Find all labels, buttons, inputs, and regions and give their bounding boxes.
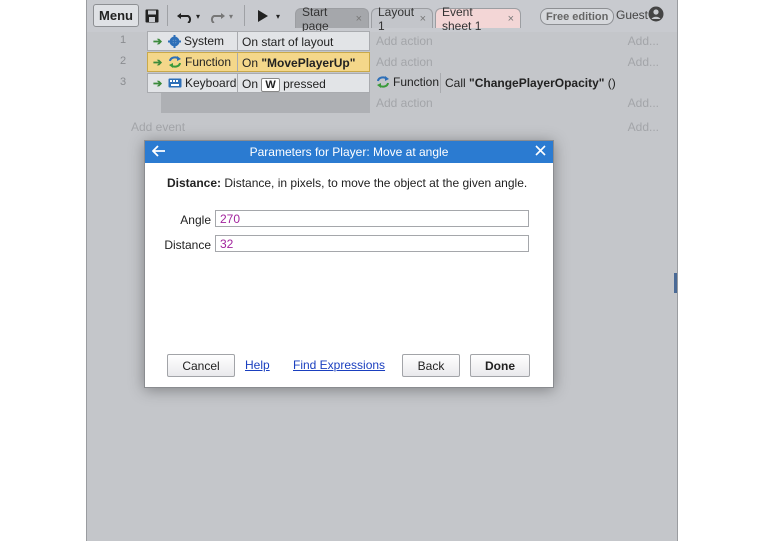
condition-prefix: On bbox=[242, 77, 259, 91]
tab-event-sheet-1[interactable]: Event sheet 1 × bbox=[435, 5, 521, 33]
keyboard-icon bbox=[168, 78, 182, 88]
event-arrow-icon: ➔ bbox=[153, 78, 163, 90]
divider bbox=[237, 74, 238, 92]
play-dropdown-icon[interactable]: ▾ bbox=[276, 6, 280, 26]
condition-empty-area[interactable] bbox=[161, 93, 370, 113]
add-event-link[interactable]: Add event bbox=[131, 120, 185, 134]
redo-icon[interactable] bbox=[207, 6, 225, 26]
parameters-dialog: Parameters for Player: Move at angle Dis… bbox=[144, 140, 554, 388]
toolbar-divider bbox=[244, 5, 245, 26]
close-icon[interactable]: × bbox=[420, 13, 426, 25]
condition-suffix: pressed bbox=[283, 77, 326, 91]
add-action-link[interactable]: Add action bbox=[376, 34, 433, 48]
event-number: 3 bbox=[120, 76, 127, 88]
action-text[interactable]: Call "ChangePlayerOpacity" () bbox=[445, 76, 616, 90]
find-expressions-link[interactable]: Find Expressions bbox=[293, 358, 385, 372]
add-link[interactable]: Add... bbox=[628, 34, 659, 48]
action-object: Function bbox=[376, 75, 439, 89]
undo-icon[interactable] bbox=[177, 6, 195, 26]
cancel-button[interactable]: Cancel bbox=[167, 354, 235, 377]
close-icon[interactable]: × bbox=[508, 13, 514, 25]
action-suffix: () bbox=[604, 76, 616, 90]
event-number: 1 bbox=[120, 34, 127, 46]
add-link[interactable]: Add... bbox=[628, 96, 659, 110]
gear-icon bbox=[168, 34, 181, 48]
divider bbox=[237, 53, 238, 71]
scrollbar-edge bbox=[674, 273, 677, 293]
redo-dropdown-icon[interactable]: ▾ bbox=[229, 6, 233, 26]
close-icon[interactable] bbox=[535, 145, 546, 159]
user-avatar-icon[interactable] bbox=[648, 6, 664, 25]
condition-block[interactable]: ➔ System On start of layout bbox=[147, 31, 370, 51]
add-link[interactable]: Add... bbox=[628, 55, 659, 69]
condition-text[interactable]: On start of layout bbox=[242, 35, 333, 49]
tab-layout-1[interactable]: Layout 1 × bbox=[371, 5, 433, 33]
dialog-title-bar: Parameters for Player: Move at angle bbox=[145, 141, 553, 163]
event-number: 2 bbox=[120, 55, 127, 67]
tab-label: Event sheet 1 bbox=[442, 4, 482, 33]
toolbar-divider bbox=[167, 5, 168, 26]
event-row[interactable]: 2 ➔ Function On "MovePlayerUp" Add actio… bbox=[87, 52, 677, 72]
done-button[interactable]: Done bbox=[470, 354, 530, 377]
object-name: Function bbox=[185, 55, 232, 69]
param-label: Angle bbox=[180, 213, 211, 227]
condition-block[interactable]: ➔ Keyboard On W pressed bbox=[147, 73, 370, 93]
action-item[interactable]: Function Call "ChangePlayerOpacity" () bbox=[371, 73, 665, 93]
divider bbox=[237, 32, 238, 50]
undo-dropdown-icon[interactable]: ▾ bbox=[196, 6, 200, 26]
condition-prefix: On bbox=[242, 56, 262, 70]
distance-input[interactable] bbox=[215, 235, 529, 252]
event-arrow-icon: ➔ bbox=[153, 36, 163, 48]
description-text: Distance, in pixels, to move the object … bbox=[221, 176, 528, 190]
add-action-link[interactable]: Add action bbox=[376, 96, 433, 110]
edition-badge[interactable]: Free edition bbox=[540, 8, 615, 25]
action-prefix: Call bbox=[445, 76, 470, 90]
add-link[interactable]: Add... bbox=[628, 120, 659, 134]
tab-start-page[interactable]: Start page × bbox=[295, 5, 369, 33]
menu-button[interactable]: Menu bbox=[93, 4, 139, 27]
tab-label: Start page bbox=[302, 4, 329, 33]
condition-text[interactable]: On "MovePlayerUp" bbox=[242, 56, 355, 70]
function-name: "MovePlayerUp" bbox=[261, 56, 356, 70]
add-action-link[interactable]: Add action bbox=[376, 55, 433, 69]
function-icon bbox=[377, 76, 389, 88]
key-badge: W bbox=[261, 78, 280, 92]
action-cell[interactable]: Add action Add... bbox=[371, 93, 665, 113]
object-name: System bbox=[184, 34, 225, 48]
object-name: Keyboard bbox=[185, 76, 237, 90]
tab-label: Layout 1 bbox=[378, 4, 415, 33]
condition-text[interactable]: On W pressed bbox=[242, 77, 326, 92]
save-icon[interactable] bbox=[145, 6, 159, 26]
condition-object: Function bbox=[168, 55, 231, 69]
back-button[interactable]: Back bbox=[402, 354, 460, 377]
param-label: Distance bbox=[164, 238, 211, 252]
toolbar: Menu ▾ ▾ ▾ Start page × Layout 1 × Event… bbox=[87, 0, 677, 33]
function-name: "ChangePlayerOpacity" bbox=[469, 76, 605, 90]
event-arrow-icon: ➔ bbox=[153, 57, 163, 69]
function-icon bbox=[169, 56, 181, 68]
condition-block[interactable]: ➔ Function On "MovePlayerUp" bbox=[147, 52, 370, 72]
parameter-description: Distance: Distance, in pixels, to move t… bbox=[167, 176, 527, 190]
condition-object: System bbox=[168, 34, 224, 48]
event-row[interactable]: 3 ➔ Keyboard On W pressed Function Call … bbox=[87, 73, 677, 113]
help-link[interactable]: Help bbox=[245, 358, 270, 372]
condition-object: Keyboard bbox=[168, 76, 236, 90]
action-cell[interactable]: Add action Add... bbox=[371, 31, 665, 51]
divider bbox=[440, 73, 441, 93]
event-row[interactable]: 1 ➔ System On start of layout Add action… bbox=[87, 31, 677, 51]
object-name: Function bbox=[393, 75, 440, 89]
back-arrow-icon[interactable] bbox=[151, 144, 166, 161]
angle-input[interactable] bbox=[215, 210, 529, 227]
user-label[interactable]: Guest bbox=[616, 8, 648, 22]
description-label: Distance: bbox=[167, 176, 222, 190]
close-icon[interactable]: × bbox=[356, 13, 362, 25]
action-cell[interactable]: Add action Add... bbox=[371, 52, 665, 72]
dialog-title: Parameters for Player: Move at angle bbox=[249, 145, 449, 159]
play-icon[interactable] bbox=[258, 6, 268, 26]
